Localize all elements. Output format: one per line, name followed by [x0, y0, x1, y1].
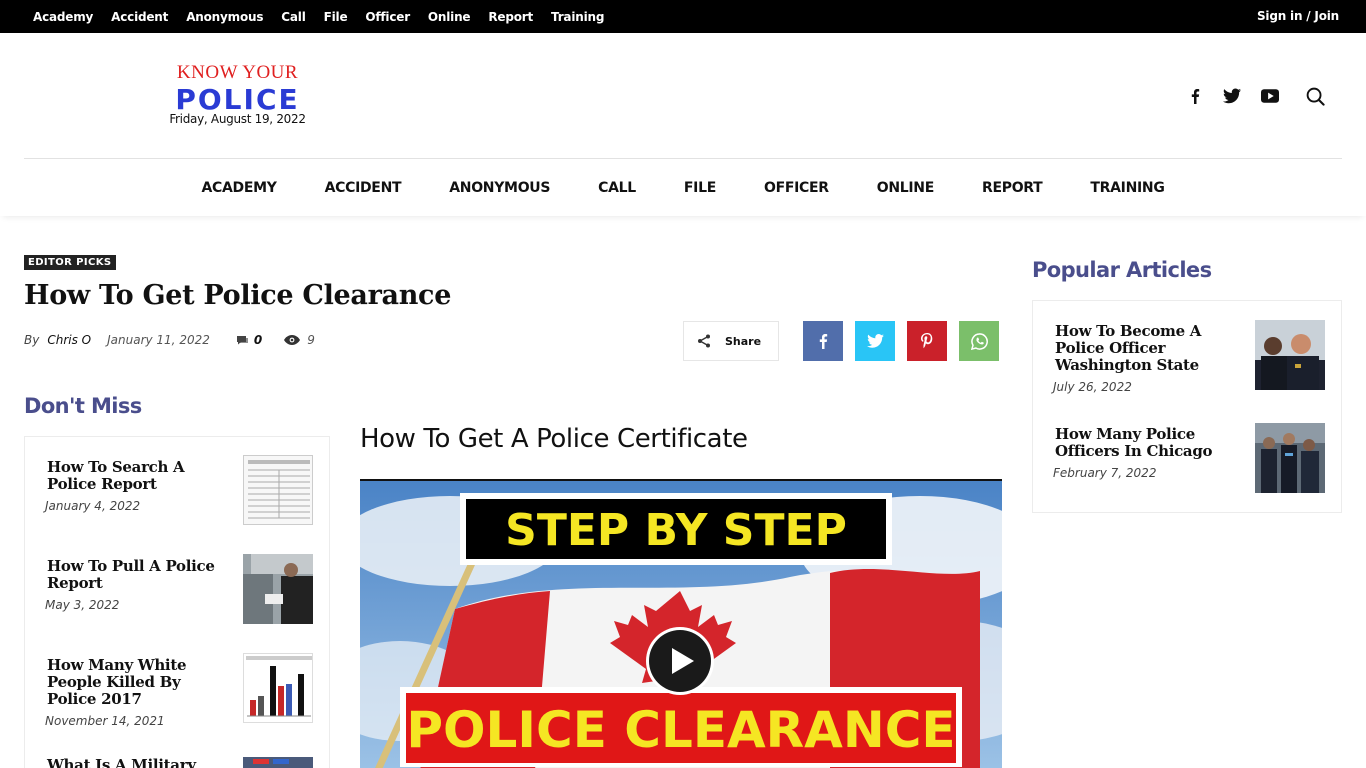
share-twitter-button[interactable] [855, 321, 895, 361]
nav-call[interactable]: CALL [598, 180, 636, 196]
share-whatsapp-button[interactable] [959, 321, 999, 361]
list-item-date: May 3, 2022 [45, 598, 120, 612]
video-top-text: STEP BY STEP [505, 505, 847, 556]
header-divider [24, 158, 1342, 159]
list-item-title[interactable]: How Many White People Killed By Police 2… [47, 657, 232, 708]
share-label: Share [725, 334, 762, 348]
top-menu-training[interactable]: Training [551, 10, 604, 24]
byline-prefix: By [24, 333, 40, 347]
list-item[interactable]: How Many Police Officers In Chicago Febr… [1053, 426, 1240, 481]
search-icon[interactable] [1306, 87, 1325, 106]
twitter-icon[interactable] [1223, 88, 1241, 104]
top-menu-anonymous[interactable]: Anonymous [186, 10, 263, 24]
facebook-icon[interactable] [1187, 88, 1203, 104]
comment-icon [236, 335, 248, 344]
nav-online[interactable]: ONLINE [877, 180, 935, 196]
thumbnail-police-group[interactable] [1255, 423, 1325, 493]
thumbnail-bar-chart[interactable] [243, 653, 313, 723]
share-facebook-button[interactable] [803, 321, 843, 361]
top-menu-file[interactable]: File [324, 10, 348, 24]
top-menu-officer[interactable]: Officer [365, 10, 410, 24]
views-count-value: 9 [307, 333, 315, 347]
whatsapp-icon [970, 332, 988, 350]
header-date: Friday, August 19, 2022 [169, 112, 306, 126]
site-logo[interactable]: KNOW YOUR POLICE Friday, August 19, 2022 [150, 62, 325, 126]
nav-report[interactable]: REPORT [982, 180, 1043, 196]
list-item-title[interactable]: How To Search A Police Report [47, 459, 232, 493]
list-item[interactable]: How Many White People Killed By Police 2… [45, 657, 232, 729]
comments-count-value: 0 [253, 333, 263, 347]
comments-count[interactable]: 0 [236, 333, 262, 347]
pinterest-icon [921, 333, 933, 349]
signin-link[interactable]: Sign in / Join [1257, 0, 1339, 33]
nav-accident[interactable]: ACCIDENT [325, 180, 402, 196]
thumbnail-officer-at-car[interactable] [243, 554, 313, 624]
nav-officer[interactable]: OFFICER [764, 180, 829, 196]
twitter-icon [866, 334, 884, 348]
publish-date: January 11, 2022 [107, 333, 210, 347]
video-thumbnail: STEP BY STEP POLICE CLEARANCE [360, 481, 1002, 768]
dont-miss-title: Don't Miss [24, 394, 142, 418]
category-badge[interactable]: EDITOR PICKS [24, 255, 116, 270]
thumbnail-police-report-document[interactable] [243, 455, 313, 525]
list-item-date: February 7, 2022 [1053, 466, 1157, 480]
list-item-date: July 26, 2022 [1053, 380, 1132, 394]
popular-articles-title: Popular Articles [1032, 258, 1212, 282]
list-item[interactable]: How To Become A Police Officer Washingto… [1053, 323, 1240, 395]
share-pinterest-button[interactable] [907, 321, 947, 361]
nav-file[interactable]: FILE [684, 180, 716, 196]
top-menu-report[interactable]: Report [488, 10, 533, 24]
list-item-title[interactable]: What Is A Military [47, 757, 232, 768]
top-menu-accident[interactable]: Accident [111, 10, 168, 24]
nav-training[interactable]: TRAINING [1090, 180, 1164, 196]
list-item[interactable]: What Is A Military [47, 757, 232, 768]
list-item-date: November 14, 2021 [45, 714, 165, 728]
youtube-icon[interactable] [1261, 89, 1279, 103]
list-item-title[interactable]: How Many Police Officers In Chicago [1055, 426, 1240, 460]
list-item-title[interactable]: How To Become A Police Officer Washingto… [1055, 323, 1240, 374]
eye-icon [284, 335, 301, 345]
views-count: 9 [284, 333, 315, 347]
video-embed[interactable]: STEP BY STEP POLICE CLEARANCE [360, 479, 1002, 768]
content-subheading: How To Get A Police Certificate [360, 424, 748, 454]
logo-line-1: KNOW YOUR [176, 62, 299, 83]
video-bottom-text: POLICE CLEARANCE [406, 701, 955, 759]
page-title: How To Get Police Clearance [24, 280, 452, 311]
list-item-date: January 4, 2022 [45, 499, 141, 513]
top-menu: Academy Accident Anonymous Call File Off… [33, 0, 622, 33]
thumbnail-police-car[interactable] [243, 756, 313, 768]
article-meta: By Chris O January 11, 2022 0 9 [24, 333, 315, 347]
main-nav: ACADEMY ACCIDENT ANONYMOUS CALL FILE OFF… [0, 160, 1366, 216]
list-item-title[interactable]: How To Pull A Police Report [47, 558, 232, 592]
thumbnail-police-officers[interactable] [1255, 320, 1325, 390]
top-bar: Academy Accident Anonymous Call File Off… [0, 0, 1366, 33]
author-link[interactable]: Chris O [47, 333, 91, 347]
share-label-box[interactable]: Share [683, 321, 779, 361]
top-menu-call[interactable]: Call [281, 10, 306, 24]
top-menu-academy[interactable]: Academy [33, 10, 93, 24]
top-menu-online[interactable]: Online [428, 10, 471, 24]
list-item[interactable]: How To Search A Police Report January 4,… [45, 459, 232, 514]
list-item[interactable]: How To Pull A Police Report May 3, 2022 [45, 558, 232, 613]
nav-anonymous[interactable]: ANONYMOUS [449, 180, 550, 196]
nav-academy[interactable]: ACADEMY [201, 180, 276, 196]
facebook-icon [819, 334, 828, 349]
share-icon [698, 334, 710, 348]
